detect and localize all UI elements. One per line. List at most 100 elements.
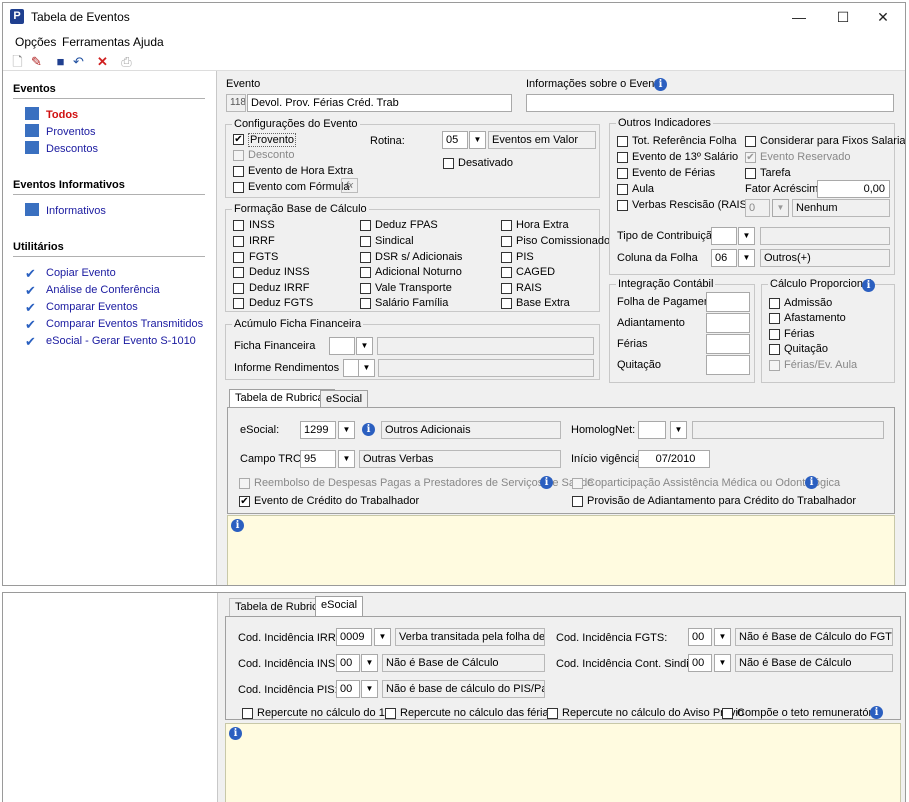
info-icon[interactable]: i	[229, 727, 242, 740]
fator-field[interactable]: 0,00	[817, 180, 890, 198]
quitacao-contabil-field[interactable]	[706, 355, 750, 375]
hora-extra-checkbox[interactable]	[233, 166, 244, 177]
info-icon[interactable]: i	[805, 476, 818, 489]
rotina-dropdown[interactable]: ▼	[469, 131, 486, 149]
formula-checkbox[interactable]	[233, 182, 244, 193]
tab-esocial[interactable]: eSocial	[320, 390, 369, 408]
inss-code-field[interactable]: 00	[336, 654, 360, 672]
irrf-checkbox[interactable]	[233, 236, 244, 247]
print-icon[interactable]: ⎙	[119, 54, 134, 69]
adicional-noturno-checkbox[interactable]	[360, 267, 371, 278]
undo-icon[interactable]: ↶	[71, 54, 86, 69]
info-icon[interactable]: i	[540, 476, 553, 489]
inss-checkbox[interactable]	[233, 220, 244, 231]
menu-opcoes[interactable]: Opções	[15, 35, 56, 49]
fixos-salariais-checkbox[interactable]	[745, 136, 756, 147]
deduz-inss-checkbox[interactable]	[233, 267, 244, 278]
quitacao-prop-checkbox[interactable]	[769, 344, 780, 355]
teto-checkbox[interactable]	[722, 708, 733, 719]
tipo-contribuicao-field[interactable]	[711, 227, 737, 245]
sidebar-item-todos[interactable]: Todos	[25, 107, 78, 123]
sidebar-item-descontos[interactable]: Descontos	[25, 141, 98, 157]
evento-name-field[interactable]: Devol. Prov. Férias Créd. Trab	[247, 94, 512, 112]
ficha-code-field[interactable]	[329, 337, 355, 355]
info-icon[interactable]: i	[862, 279, 875, 292]
save-icon[interactable]: ■	[53, 54, 68, 69]
tot-ref-checkbox[interactable]	[617, 136, 628, 147]
evento-13-checkbox[interactable]	[617, 152, 628, 163]
trct-code-field[interactable]: 95	[300, 450, 336, 468]
salario-familia-checkbox[interactable]	[360, 298, 371, 309]
adiantamento-field[interactable]	[706, 313, 750, 333]
sindical-dropdown[interactable]: ▼	[714, 654, 731, 672]
homolognet-field[interactable]	[638, 421, 666, 439]
info-icon[interactable]: i	[654, 78, 667, 91]
vale-transporte-checkbox[interactable]	[360, 283, 371, 294]
afastamento-checkbox[interactable]	[769, 313, 780, 324]
hora-extra-base-checkbox[interactable]	[501, 220, 512, 231]
base-extra-checkbox[interactable]	[501, 298, 512, 309]
repercute-aviso-checkbox[interactable]	[547, 708, 558, 719]
irrf-code-field[interactable]: 0009	[336, 628, 372, 646]
caged-checkbox[interactable]	[501, 267, 512, 278]
info-icon[interactable]: i	[870, 706, 883, 719]
ferias-prop-checkbox[interactable]	[769, 329, 780, 340]
menu-ferramentas[interactable]: Ferramentas	[62, 35, 130, 49]
desativado-checkbox[interactable]	[443, 158, 454, 169]
tab-esocial[interactable]: eSocial	[315, 596, 364, 617]
vigencia-field[interactable]: 07/2010	[638, 450, 710, 468]
pis-dropdown[interactable]: ▼	[361, 680, 378, 698]
fx-button[interactable]: fx	[341, 178, 358, 193]
maximize-button[interactable]: ☐	[821, 6, 865, 28]
verbas-rescisao-checkbox[interactable]	[617, 200, 628, 211]
aula-checkbox[interactable]	[617, 184, 628, 195]
rais-checkbox[interactable]	[501, 283, 512, 294]
sindical-code-field[interactable]: 00	[688, 654, 712, 672]
pis-code-field[interactable]: 00	[336, 680, 360, 698]
tipo-contribuicao-dropdown[interactable]: ▼	[738, 227, 755, 245]
dsr-checkbox[interactable]	[360, 252, 371, 263]
sidebar-item-analise[interactable]: ✔ Análise de Conferência	[25, 282, 160, 298]
info-icon[interactable]: i	[362, 423, 375, 436]
edit-icon[interactable]: ✎	[29, 54, 44, 69]
fgts-checkbox[interactable]	[233, 252, 244, 263]
informe-dropdown[interactable]: ▼	[358, 359, 375, 377]
pis-checkbox[interactable]	[501, 252, 512, 263]
sidebar-item-copiar[interactable]: ✔ Copiar Evento	[25, 265, 116, 281]
minimize-button[interactable]: —	[777, 6, 821, 28]
info-icon[interactable]: i	[231, 519, 244, 532]
esocial-code-field[interactable]: 1299	[300, 421, 336, 439]
folha-pagamento-field[interactable]	[706, 292, 750, 312]
coluna-folha-dropdown[interactable]: ▼	[738, 249, 755, 267]
fgts-code-field[interactable]: 00	[688, 628, 712, 646]
ficha-dropdown[interactable]: ▼	[356, 337, 373, 355]
piso-comissionado-checkbox[interactable]	[501, 236, 512, 247]
deduz-fgts-checkbox[interactable]	[233, 298, 244, 309]
coluna-folha-field[interactable]: 06	[711, 249, 737, 267]
credito-trabalhador-checkbox[interactable]: ✔	[239, 496, 250, 507]
homolognet-dropdown[interactable]: ▼	[670, 421, 687, 439]
ferias-contabil-field[interactable]	[706, 334, 750, 354]
tarefa-checkbox[interactable]	[745, 168, 756, 179]
sidebar-item-proventos[interactable]: Proventos	[25, 124, 96, 140]
esocial-dropdown[interactable]: ▼	[338, 421, 355, 439]
deduz-fpas-checkbox[interactable]	[360, 220, 371, 231]
sidebar-item-comparar-transmitidos[interactable]: ✔ Comparar Eventos Transmitidos	[25, 316, 203, 332]
provento-checkbox[interactable]: ✔	[233, 134, 244, 145]
irrf-dropdown[interactable]: ▼	[374, 628, 391, 646]
evento-ferias-checkbox[interactable]	[617, 168, 628, 179]
sindical-checkbox[interactable]	[360, 236, 371, 247]
deduz-irrf-checkbox[interactable]	[233, 283, 244, 294]
close-button[interactable]: ✕	[861, 6, 905, 28]
sidebar-item-esocial-s1010[interactable]: ✔ eSocial - Gerar Evento S-1010	[25, 333, 196, 349]
sidebar-item-informativos[interactable]: Informativos	[25, 203, 106, 219]
new-icon[interactable]: 🗋	[10, 54, 25, 69]
delete-icon[interactable]: ✕	[95, 54, 110, 69]
admissao-checkbox[interactable]	[769, 298, 780, 309]
repercute-ferias-checkbox[interactable]	[385, 708, 396, 719]
info-evento-field[interactable]	[526, 94, 894, 112]
fgts-dropdown[interactable]: ▼	[714, 628, 731, 646]
menu-ajuda[interactable]: Ajuda	[133, 35, 164, 49]
repercute-13-checkbox[interactable]	[242, 708, 253, 719]
trct-dropdown[interactable]: ▼	[338, 450, 355, 468]
